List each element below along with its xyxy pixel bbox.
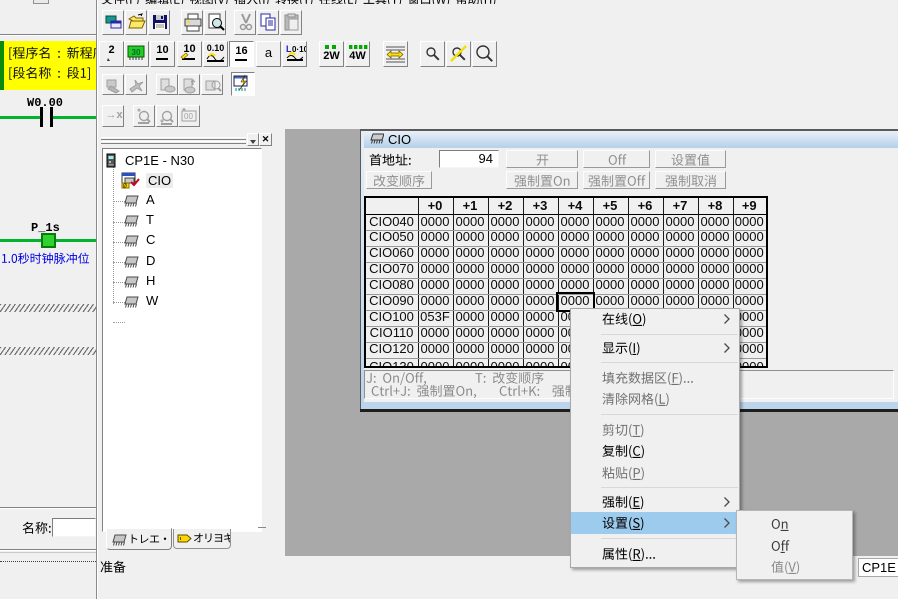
svg-text:0·10: 0·10 <box>292 45 306 54</box>
svg-text:30: 30 <box>132 48 141 57</box>
svg-text:Ø: Ø <box>123 184 127 190</box>
svg-text:00: 00 <box>184 112 193 121</box>
